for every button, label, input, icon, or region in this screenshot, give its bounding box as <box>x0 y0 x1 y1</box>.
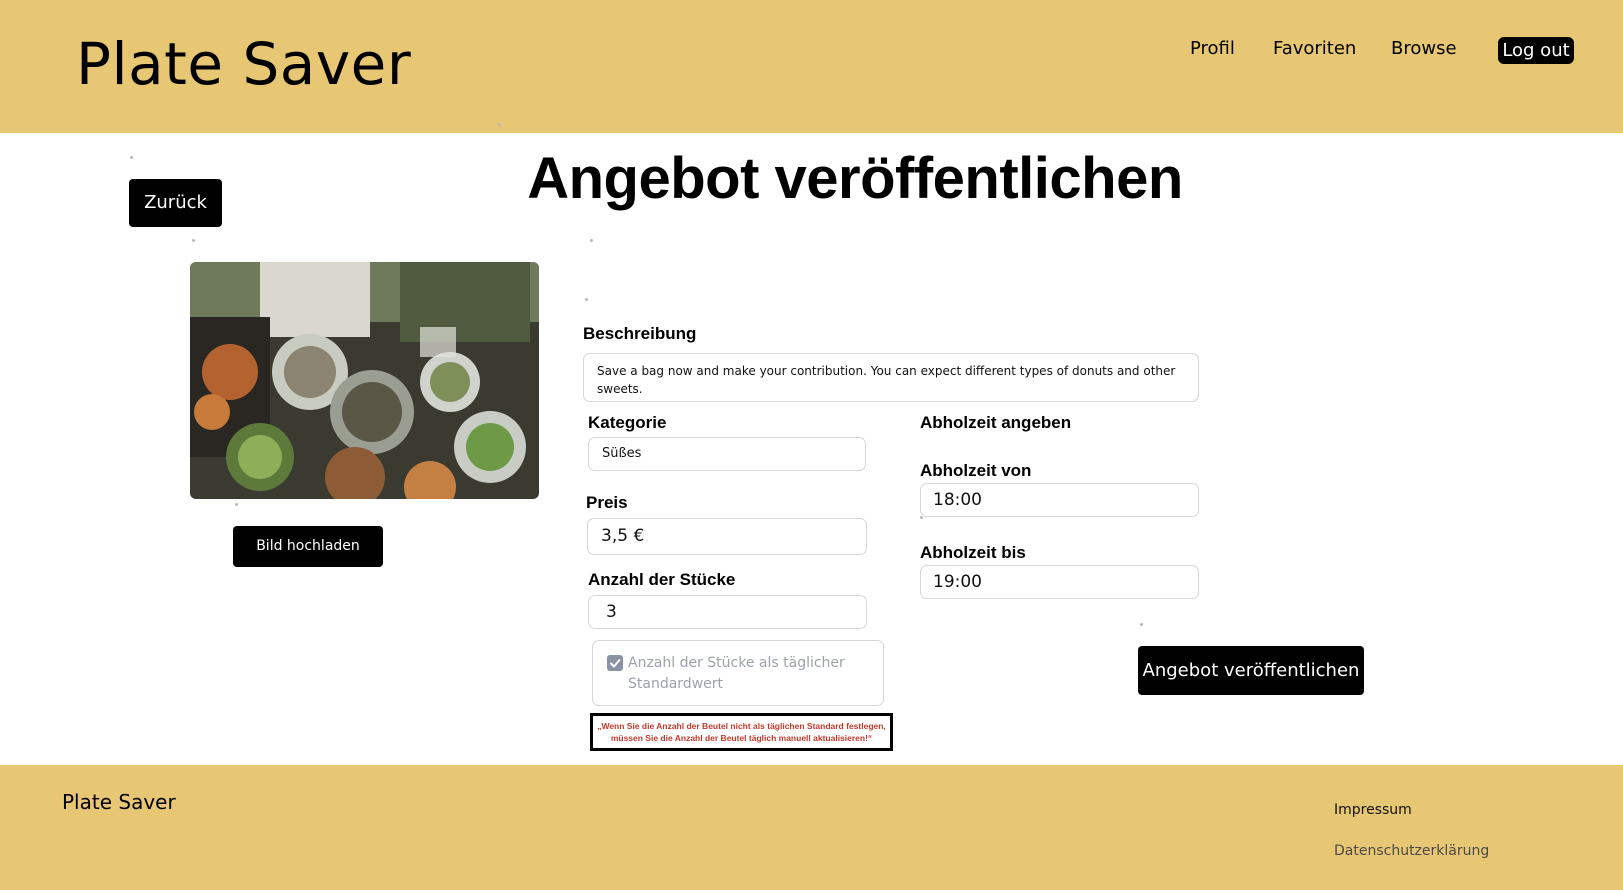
description-field[interactable]: Save a bag now and make your contributio… <box>583 353 1199 402</box>
food-photo-image <box>190 262 539 499</box>
warning-note: „Wenn Sie die Anzahl der Beutel nicht al… <box>590 713 893 751</box>
footer-bar: Plate Saver Impressum Datenschutzerkläru… <box>0 765 1623 890</box>
default-pieces-option[interactable]: Anzahl der Stücke als täglicher Standard… <box>592 640 884 706</box>
logout-button[interactable]: Log out <box>1498 37 1574 64</box>
nav-favoriten[interactable]: Favoriten <box>1273 38 1356 59</box>
pickup-to-label: Abholzeit bis <box>920 543 1026 562</box>
food-photo <box>190 262 539 499</box>
checkbox-label: Anzahl der Stücke als täglicher Standard… <box>628 655 845 692</box>
decor-dot <box>192 239 195 242</box>
decor-dot <box>590 239 593 242</box>
pickup-to-field[interactable]: 19:00 <box>920 565 1199 599</box>
header-bar: Plate Saver Profil Favoriten Browse Log … <box>0 0 1623 133</box>
nav-browse[interactable]: Browse <box>1391 38 1457 59</box>
category-field[interactable]: Süßes <box>588 437 866 471</box>
nav-profil[interactable]: Profil <box>1190 38 1235 59</box>
pickup-from-field[interactable]: 18:00 <box>920 483 1199 517</box>
upload-image-button[interactable]: Bild hochladen <box>233 526 383 567</box>
check-icon <box>610 659 621 668</box>
footer-link-datenschutz[interactable]: Datenschutzerklärung <box>1334 843 1489 859</box>
footer-link-impressum[interactable]: Impressum <box>1334 802 1412 818</box>
publish-offer-button[interactable]: Angebot veröffentlichen <box>1138 646 1364 695</box>
page-title: Angebot veröffentlichen <box>527 146 1183 211</box>
pickup-from-label: Abholzeit von <box>920 461 1032 480</box>
back-button[interactable]: Zurück <box>129 179 222 227</box>
footer-brand: Plate Saver <box>62 790 176 814</box>
checkbox[interactable] <box>607 655 623 671</box>
pieces-label: Anzahl der Stücke <box>588 570 736 589</box>
decor-dot <box>498 123 501 126</box>
decor-dot <box>585 298 588 301</box>
price-label: Preis <box>586 493 628 512</box>
decor-dot <box>1140 623 1143 626</box>
category-label: Kategorie <box>588 413 667 432</box>
pieces-field[interactable]: 3 <box>588 595 867 629</box>
decor-dot <box>130 156 133 159</box>
brand-logo[interactable]: Plate Saver <box>76 30 411 98</box>
pickup-heading: Abholzeit angeben <box>920 413 1072 432</box>
decor-dot <box>235 503 238 506</box>
decor-dot <box>920 516 923 519</box>
price-field[interactable]: 3,5 € <box>587 518 867 555</box>
description-label: Beschreibung <box>583 324 697 343</box>
